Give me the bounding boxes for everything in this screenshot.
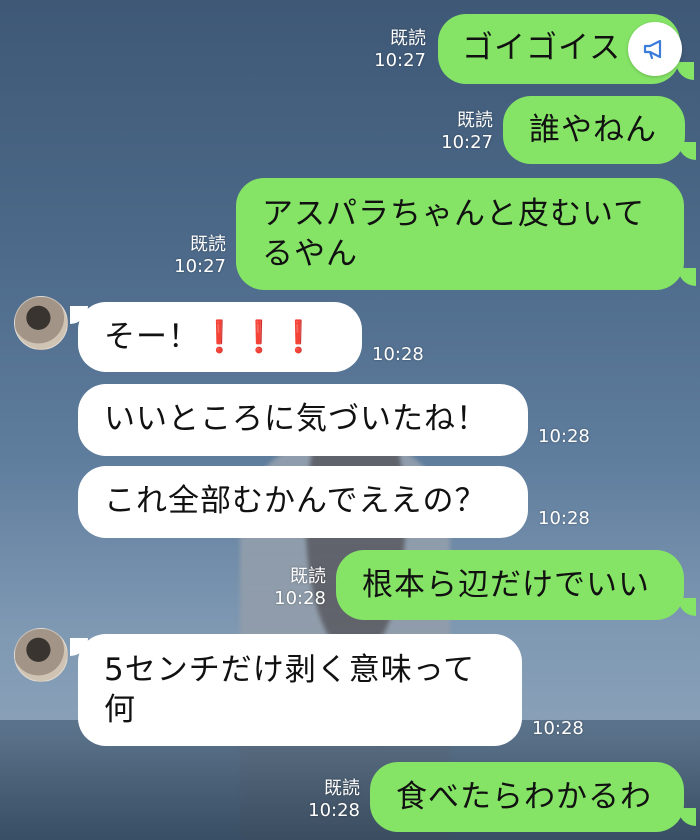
message-meta: 既読 10:27	[166, 234, 226, 278]
incoming-message-bubble[interactable]: 5センチだけ剥く意味って 何	[78, 634, 522, 746]
message-meta: 既読 10:27	[433, 110, 493, 154]
incoming-message-bubble[interactable]: これ全部むかんでええの？	[78, 466, 528, 538]
message-time: 10:27	[374, 50, 426, 71]
message-text-line: 5センチだけ剥く意味って	[104, 652, 476, 688]
message-time: 10:28	[538, 426, 590, 447]
message-text: 根本ら辺だけでいい	[362, 567, 650, 603]
message-time: 10:28	[532, 718, 584, 739]
contact-avatar[interactable]	[14, 296, 68, 350]
message-time: 10:28	[538, 508, 590, 529]
megaphone-icon[interactable]	[628, 22, 682, 76]
outgoing-message-bubble[interactable]: 食べたらわかるわ	[370, 762, 684, 832]
message-text: これ全部むかんでええの？	[104, 483, 487, 519]
read-receipt: 既読	[457, 110, 493, 131]
incoming-message-bubble[interactable]: そー！❗️❗️❗️	[78, 302, 362, 372]
message-time: 10:28	[372, 344, 424, 365]
message-text-line: アスパラちゃんと皮むいて	[262, 196, 646, 232]
bubble-tail	[678, 268, 696, 286]
message-time: 10:28	[274, 588, 326, 609]
outgoing-message-bubble[interactable]: 根本ら辺だけでいい	[336, 550, 684, 620]
incoming-message-bubble[interactable]: いいところに気づいたね！	[78, 384, 528, 456]
bubble-tail	[676, 62, 694, 80]
message-text-line: るやん	[262, 236, 358, 272]
read-receipt: 既読	[324, 778, 360, 799]
message-time: 10:27	[441, 132, 493, 153]
outgoing-message-bubble[interactable]: アスパラちゃんと皮むいて るやん	[236, 178, 684, 290]
outgoing-message-bubble[interactable]: 誰やねん	[503, 96, 685, 164]
message-text: ゴイゴイス	[462, 30, 622, 66]
read-receipt: 既読	[190, 234, 226, 255]
message-meta: 既読 10:28	[300, 778, 360, 822]
read-receipt: 既読	[390, 28, 426, 49]
bubble-tail	[678, 598, 696, 616]
read-receipt: 既読	[290, 566, 326, 587]
message-text: いいところに気づいたね！	[104, 401, 488, 437]
bubble-tail	[678, 142, 696, 160]
message-text: 食べたらわかるわ	[396, 779, 652, 815]
message-meta: 既読 10:27	[366, 28, 426, 72]
contact-avatar[interactable]	[14, 628, 68, 682]
message-time: 10:28	[308, 800, 360, 821]
message-time: 10:27	[174, 256, 226, 277]
message-meta: 既読 10:28	[266, 566, 326, 610]
message-text-line: 何	[104, 692, 136, 728]
message-text: 誰やねん	[529, 112, 657, 148]
message-text: そー！	[104, 319, 200, 355]
exclamation-emoji: ❗️❗️❗️	[200, 319, 319, 355]
